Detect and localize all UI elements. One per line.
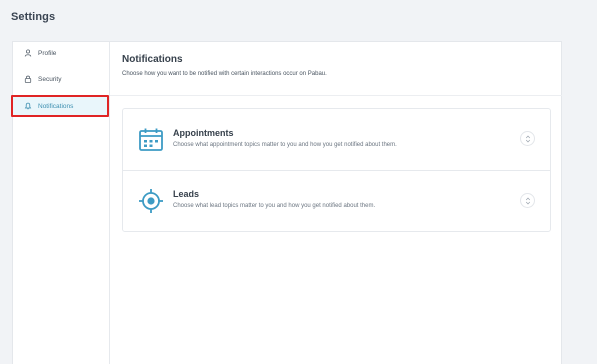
settings-panel: Profile Security Notifications Notificat… — [11, 41, 562, 364]
lock-icon — [24, 75, 32, 83]
sidebar-item-notifications[interactable]: Notifications — [13, 96, 109, 116]
section-title: Notifications — [122, 54, 183, 65]
user-icon — [24, 49, 32, 57]
card-description: Choose what lead topics matter to you an… — [173, 203, 376, 209]
content-header: Notifications Choose how you want to be … — [110, 42, 562, 96]
sidebar-item-profile[interactable]: Profile — [13, 43, 109, 63]
sidebar-item-label: Profile — [38, 49, 57, 57]
leads-card[interactable]: Leads Choose what lead topics matter to … — [123, 170, 550, 231]
section-subtitle: Choose how you want to be notified with … — [122, 71, 327, 77]
expand-icon[interactable] — [520, 131, 535, 146]
appointments-card[interactable]: Appointments Choose what appointment top… — [123, 109, 550, 170]
notifications-content: Notifications Choose how you want to be … — [110, 42, 562, 364]
notification-category-list: Appointments Choose what appointment top… — [122, 108, 551, 232]
expand-icon[interactable] — [520, 193, 535, 208]
sidebar-item-security[interactable]: Security — [13, 69, 109, 89]
calendar-icon — [138, 127, 164, 153]
bell-icon — [24, 102, 32, 110]
target-icon — [138, 188, 164, 214]
sidebar-item-label: Notifications — [38, 102, 74, 110]
sidebar-item-label: Security — [38, 75, 62, 83]
card-title: Appointments — [173, 127, 234, 138]
page-title: Settings — [11, 11, 56, 23]
settings-sidebar: Profile Security Notifications — [11, 42, 110, 364]
card-title: Leads — [173, 189, 200, 199]
card-description: Choose what appointment topics matter to… — [173, 141, 397, 148]
